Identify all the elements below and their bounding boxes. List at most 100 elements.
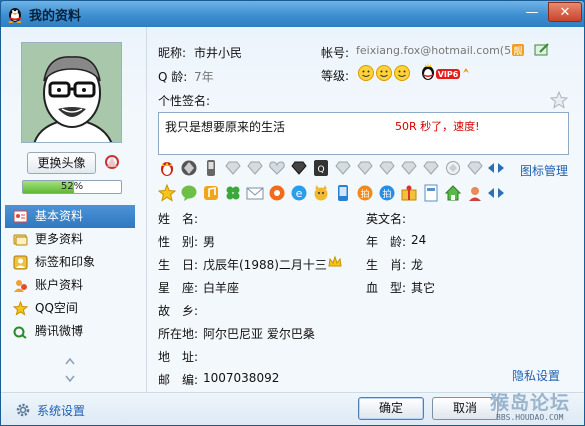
music-icon[interactable]: [202, 184, 220, 202]
english-name-label: 英文名:: [366, 212, 407, 226]
sidebar-item-account[interactable]: 账户资料: [5, 274, 135, 297]
pai-blue-icon[interactable]: 拍: [378, 184, 396, 202]
arrow-right-icon[interactable]: [496, 184, 506, 202]
watermark-url: BBS.HOUDAO.COM: [496, 413, 564, 422]
qage-label: Q 龄:: [158, 70, 188, 84]
location-value: 阿尔巴尼亚 爱尔巴桑: [203, 327, 315, 341]
birthday-value: 戊辰年(1988)二月十三: [203, 258, 327, 272]
svg-text:靓: 靓: [513, 45, 522, 57]
svg-text:e: e: [296, 187, 303, 200]
arrow-right-icon[interactable]: [496, 159, 506, 177]
good-number-icon: 靓: [512, 44, 524, 57]
blood-type-label: 血 型:: [366, 281, 407, 295]
blue-e-icon[interactable]: e: [290, 184, 308, 202]
document-icon[interactable]: [422, 184, 440, 202]
zodiac-label: 生 肖:: [366, 258, 407, 272]
qq-show-icon[interactable]: [103, 153, 121, 171]
house-icon[interactable]: [444, 184, 462, 202]
sidebar-item-more-info[interactable]: 更多资料: [5, 228, 135, 251]
name-label: 姓 名:: [158, 212, 199, 226]
arrow-left-icon[interactable]: [486, 159, 496, 177]
diamond-icon[interactable]: [334, 159, 352, 177]
svg-text:VIP6: VIP6: [438, 70, 459, 79]
profile-completion-bar: 52%: [22, 180, 122, 194]
qq-penguin-icon: [8, 8, 22, 23]
sidebar-item-label: 更多资料: [35, 232, 84, 246]
diamond-icon[interactable]: [400, 159, 418, 177]
zodiac-value: 龙: [411, 258, 424, 272]
icon-manage-link[interactable]: 图标管理: [520, 162, 568, 179]
star-icon: [13, 301, 28, 316]
avatar[interactable]: [21, 42, 122, 143]
clover-icon[interactable]: [224, 184, 242, 202]
gender-value: 男: [203, 235, 216, 249]
title-bar[interactable]: 我的资料 — ✕: [1, 1, 584, 27]
zip-value: 1007038092: [203, 371, 280, 385]
privacy-settings-link[interactable]: 隐私设置: [512, 367, 560, 384]
star-favorite-icon[interactable]: [550, 91, 568, 109]
heart-diamond-icon[interactable]: [268, 159, 286, 177]
card-stack-icon: [13, 234, 28, 246]
crown-icon: [328, 255, 342, 267]
diamond-icon[interactable]: [466, 159, 484, 177]
arrow-left-icon[interactable]: [486, 184, 496, 202]
window-title: 我的资料: [29, 9, 82, 24]
system-settings-label: 系统设置: [37, 404, 86, 418]
account-icon: [14, 280, 27, 292]
qzone-star-icon[interactable]: [158, 184, 176, 202]
system-settings-link[interactable]: 系统设置: [15, 402, 105, 418]
mobile-icon[interactable]: [334, 184, 352, 202]
sidebar-nav: 基本资料 更多资料 标签和印象 账户资料 QQ空间 腾讯微博: [5, 205, 135, 343]
zip-label: 邮 编:: [158, 373, 199, 387]
sidebar-item-basic-info[interactable]: 基本资料: [5, 205, 135, 228]
mail-icon[interactable]: [246, 184, 264, 202]
signature-text: 我只是想要原来的生活: [165, 120, 286, 134]
diamond-icon[interactable]: [246, 159, 264, 177]
hometown-label: 故 乡:: [158, 304, 199, 318]
sidebar-item-weibo[interactable]: 腾讯微博: [5, 320, 135, 343]
gray-diamond-icon[interactable]: [180, 159, 198, 177]
sidebar-item-label: QQ空间: [35, 301, 78, 315]
edit-icon[interactable]: [534, 43, 550, 57]
phone-icon[interactable]: [202, 159, 220, 177]
cancel-button[interactable]: 取消: [432, 397, 498, 420]
chevron-up-icon[interactable]: [65, 357, 75, 365]
sidebar-item-tags[interactable]: 标签和印象: [5, 251, 135, 274]
constellation-value: 白羊座: [203, 281, 240, 295]
pet-icon[interactable]: [312, 184, 330, 202]
svg-text:Q: Q: [317, 165, 324, 175]
ring-diamond-icon[interactable]: [444, 159, 462, 177]
sidebar-item-label: 标签和印象: [35, 255, 96, 269]
signature-extra-text: 50R 秒了，速度!: [395, 120, 480, 133]
chat-bubble-icon[interactable]: [180, 184, 198, 202]
diamond-icon[interactable]: [422, 159, 440, 177]
sidebar-item-qzone[interactable]: QQ空间: [5, 297, 135, 320]
blood-type-value: 其它: [411, 281, 436, 295]
pai-icon[interactable]: 拍: [356, 184, 374, 202]
qq-game-icon[interactable]: Q: [312, 159, 330, 177]
svg-text:拍: 拍: [360, 188, 369, 200]
ok-button[interactable]: 确定: [358, 397, 424, 420]
dark-diamond-icon[interactable]: [290, 159, 308, 177]
avatar-show-icon[interactable]: [466, 184, 484, 202]
diamond-icon[interactable]: [224, 159, 242, 177]
orange-circle-icon[interactable]: [268, 184, 286, 202]
age-value: 24: [411, 233, 427, 247]
gift-icon[interactable]: [400, 184, 418, 202]
account-value: feixiang.fox@hotmail.com(57: [356, 44, 519, 57]
profile-window: 我的资料 — ✕ 更换头像 52% 基本资料 更多资料 标签和印象 账户资料 Q…: [0, 0, 585, 426]
chevron-down-icon[interactable]: [65, 375, 75, 383]
diamond-icon[interactable]: [356, 159, 374, 177]
change-avatar-button[interactable]: 更换头像: [27, 152, 96, 174]
vip-badge-icon: VIP6: [422, 63, 469, 80]
qage-value: 7年: [194, 70, 214, 84]
svg-text:拍: 拍: [382, 188, 391, 200]
birthday-label: 生 日:: [158, 258, 199, 272]
minimize-button[interactable]: —: [519, 2, 545, 22]
red-penguin-icon[interactable]: [158, 159, 176, 177]
diamond-icon[interactable]: [378, 159, 396, 177]
sidebar-item-label: 基本资料: [35, 209, 84, 223]
signature-input[interactable]: 我只是想要原来的生活 50R 秒了，速度!: [158, 112, 569, 155]
sidebar-item-label: 腾讯微博: [35, 324, 84, 338]
close-button[interactable]: ✕: [548, 2, 582, 22]
